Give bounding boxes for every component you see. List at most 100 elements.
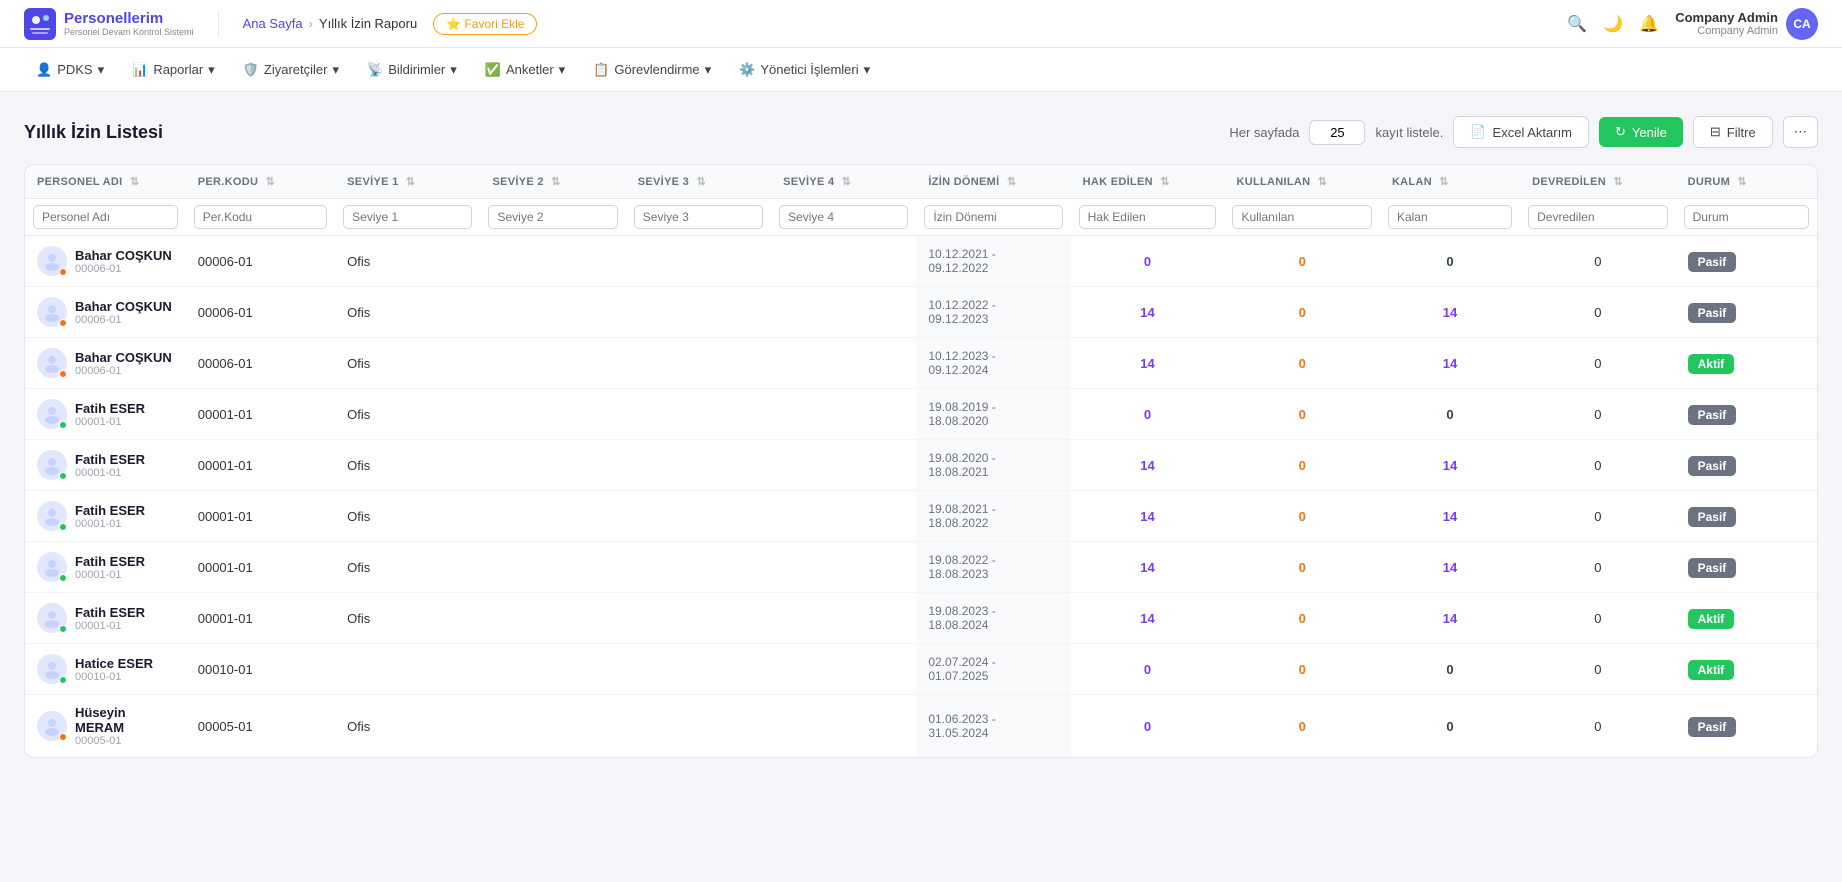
cell-personel-adi: Bahar COŞKUN 00006-01 bbox=[25, 338, 186, 389]
filter-seviye3[interactable] bbox=[634, 205, 763, 229]
theme-icon[interactable]: 🌙 bbox=[1603, 14, 1623, 34]
filter-seviye1[interactable] bbox=[343, 205, 472, 229]
filter-seviye4[interactable] bbox=[779, 205, 908, 229]
cell-hak-edilen: 0 bbox=[1071, 236, 1225, 287]
table-row: Hatice ESER 00010-01 00010-01 02.07.2024… bbox=[25, 644, 1817, 695]
filter-per-kodu[interactable] bbox=[194, 205, 327, 229]
nav-item-anketler[interactable]: ✅ Anketler ▾ bbox=[473, 56, 577, 84]
person-name: Fatih ESER bbox=[75, 605, 145, 620]
nav-item-pdks[interactable]: 👤 PDKS ▾ bbox=[24, 56, 116, 84]
person-name: Hatice ESER bbox=[75, 656, 153, 671]
per-page-label: Her sayfada bbox=[1229, 125, 1299, 140]
cell-devredilen: 0 bbox=[1520, 440, 1676, 491]
cell-seviye3 bbox=[626, 542, 771, 593]
search-icon[interactable]: 🔍 bbox=[1567, 14, 1587, 34]
cell-devredilen: 0 bbox=[1520, 491, 1676, 542]
user-info: Company Admin Company Admin bbox=[1675, 10, 1778, 37]
logo[interactable]: Personellerim Personel Devam Kontrol Sis… bbox=[24, 8, 194, 40]
cell-kullanilan: 0 bbox=[1224, 338, 1379, 389]
cell-personel-adi: Fatih ESER 00001-01 bbox=[25, 542, 186, 593]
cell-seviye3 bbox=[626, 491, 771, 542]
cell-seviye2 bbox=[480, 338, 625, 389]
user-area[interactable]: Company Admin Company Admin CA bbox=[1675, 8, 1818, 40]
cell-kullanilan: 0 bbox=[1224, 695, 1379, 758]
cell-devredilen: 0 bbox=[1520, 695, 1676, 758]
table-row: Fatih ESER 00001-01 00001-01 Ofis 19.08.… bbox=[25, 440, 1817, 491]
more-button[interactable]: ⋯ bbox=[1783, 116, 1818, 148]
filter-personel-adi[interactable] bbox=[33, 205, 178, 229]
filter-izin-donemi[interactable] bbox=[924, 205, 1062, 229]
cell-kalan: 14 bbox=[1380, 338, 1520, 389]
breadcrumb-home[interactable]: Ana Sayfa bbox=[243, 16, 303, 31]
per-page-input[interactable] bbox=[1309, 120, 1365, 145]
table-header-row: PERSONEL ADI ⇅ PER.KODU ⇅ SEVİYE 1 ⇅ SEV… bbox=[25, 165, 1817, 199]
cell-per-kodu: 00001-01 bbox=[186, 542, 335, 593]
cell-per-kodu: 00006-01 bbox=[186, 287, 335, 338]
col-seviye3[interactable]: SEVİYE 3 ⇅ bbox=[626, 165, 771, 199]
cell-per-kodu: 00001-01 bbox=[186, 491, 335, 542]
person-code: 00001-01 bbox=[75, 416, 145, 428]
filter-kalan[interactable] bbox=[1388, 205, 1512, 229]
col-izin-donemi[interactable]: İZİN DÖNEMİ ⇅ bbox=[916, 165, 1070, 199]
col-seviye4[interactable]: SEVİYE 4 ⇅ bbox=[771, 165, 916, 199]
person-code: 00006-01 bbox=[75, 365, 172, 377]
col-kalan[interactable]: KALAN ⇅ bbox=[1380, 165, 1520, 199]
col-seviye1[interactable]: SEVİYE 1 ⇅ bbox=[335, 165, 480, 199]
cell-durum: Pasif bbox=[1676, 491, 1817, 542]
person-name: Hüseyin MERAM bbox=[75, 705, 174, 735]
person-avatar bbox=[37, 711, 67, 741]
person-code: 00005-01 bbox=[75, 735, 174, 747]
nav-item-yonetici[interactable]: ⚙️ Yönetici İşlemleri ▾ bbox=[727, 56, 882, 84]
person-avatar bbox=[37, 450, 67, 480]
filtre-button[interactable]: ⊟ Filtre bbox=[1693, 116, 1773, 148]
cell-kullanilan: 0 bbox=[1224, 542, 1379, 593]
table-row: Bahar COŞKUN 00006-01 00006-01 Ofis 10.1… bbox=[25, 236, 1817, 287]
nav-item-bildirimler[interactable]: 📡 Bildirimler ▾ bbox=[355, 56, 469, 84]
filter-durum[interactable] bbox=[1684, 205, 1809, 229]
cell-seviye3 bbox=[626, 338, 771, 389]
notification-icon[interactable]: 🔔 bbox=[1639, 14, 1659, 34]
col-per-kodu[interactable]: PER.KODU ⇅ bbox=[186, 165, 335, 199]
cell-personel-adi: Bahar COŞKUN 00006-01 bbox=[25, 287, 186, 338]
col-kullanilan[interactable]: KULLANILAN ⇅ bbox=[1224, 165, 1379, 199]
cell-durum: Aktif bbox=[1676, 338, 1817, 389]
raporlar-chevron: ▾ bbox=[208, 62, 215, 78]
nav-label-bildirimler: Bildirimler bbox=[388, 62, 445, 77]
nav-item-raporlar[interactable]: 📊 Raporlar ▾ bbox=[120, 56, 227, 84]
cell-per-kodu: 00001-01 bbox=[186, 440, 335, 491]
cell-kullanilan: 0 bbox=[1224, 491, 1379, 542]
cell-personel-adi: Fatih ESER 00001-01 bbox=[25, 440, 186, 491]
person-name: Bahar COŞKUN bbox=[75, 248, 172, 263]
user-avatar[interactable]: CA bbox=[1786, 8, 1818, 40]
kayit-label: kayıt listele. bbox=[1375, 125, 1443, 140]
page-title: Yıllık İzin Listesi bbox=[24, 122, 163, 143]
cell-per-kodu: 00001-01 bbox=[186, 389, 335, 440]
cell-kullanilan: 0 bbox=[1224, 389, 1379, 440]
filter-seviye2[interactable] bbox=[488, 205, 617, 229]
cell-kalan: 0 bbox=[1380, 644, 1520, 695]
person-code: 00001-01 bbox=[75, 569, 145, 581]
yenile-button[interactable]: ↻ Yenile bbox=[1599, 117, 1683, 147]
filter-kullanilan[interactable] bbox=[1232, 205, 1371, 229]
filter-devredilen[interactable] bbox=[1528, 205, 1668, 229]
excel-button[interactable]: 📄 Excel Aktarım bbox=[1453, 116, 1589, 148]
col-devredilen[interactable]: DEVREDİLEN ⇅ bbox=[1520, 165, 1676, 199]
fav-button[interactable]: ⭐ Favori Ekle bbox=[433, 13, 537, 35]
person-code: 00001-01 bbox=[75, 620, 145, 632]
cell-personel-adi: Fatih ESER 00001-01 bbox=[25, 491, 186, 542]
col-personel-adi[interactable]: PERSONEL ADI ⇅ bbox=[25, 165, 186, 199]
filter-hak-edilen[interactable] bbox=[1079, 205, 1217, 229]
col-seviye2[interactable]: SEVİYE 2 ⇅ bbox=[480, 165, 625, 199]
breadcrumb-current: Yıllık İzin Raporu bbox=[319, 16, 417, 31]
nav-item-ziyaretciler[interactable]: 🛡️ Ziyaretçiler ▾ bbox=[231, 56, 351, 84]
nav-item-gorevlendirme[interactable]: 📋 Görevlendirme ▾ bbox=[581, 56, 723, 84]
col-durum[interactable]: DURUM ⇅ bbox=[1676, 165, 1817, 199]
cell-per-kodu: 00010-01 bbox=[186, 644, 335, 695]
main-content: Yıllık İzin Listesi Her sayfada kayıt li… bbox=[0, 92, 1842, 782]
table-row: Fatih ESER 00001-01 00001-01 Ofis 19.08.… bbox=[25, 593, 1817, 644]
cell-seviye1: Ofis bbox=[335, 287, 480, 338]
cell-seviye3 bbox=[626, 644, 771, 695]
table-row: Hüseyin MERAM 00005-01 00005-01 Ofis 01.… bbox=[25, 695, 1817, 758]
col-hak-edilen[interactable]: HAK EDİLEN ⇅ bbox=[1071, 165, 1225, 199]
cell-hak-edilen: 14 bbox=[1071, 491, 1225, 542]
